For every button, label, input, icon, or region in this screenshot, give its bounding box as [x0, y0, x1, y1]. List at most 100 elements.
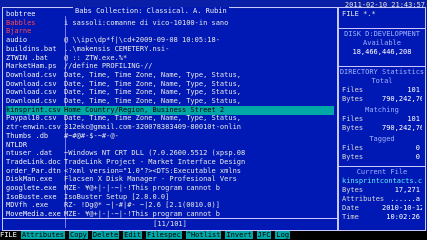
file-description: Date, Time, Time Zone, Name, Type, Statu… [64, 79, 242, 88]
file-name: NTLDR [6, 140, 28, 149]
file-name: Download.csv [6, 70, 57, 79]
command-0[interactable]: FILE [0, 231, 17, 240]
current-bytes: 17,271 [394, 186, 420, 194]
date-value: 2010-10-12 [382, 204, 422, 212]
files-matching: 101 [407, 115, 420, 123]
command-label: Delete [91, 231, 120, 239]
file-row[interactable]: NTLDR [6, 141, 334, 150]
file-row[interactable]: ztr-enwin.csv 312ekc@gmail.com-3200783834… [6, 123, 334, 132]
file-row[interactable]: googlete.exe MZE- ¥@+|-|-~|-!This program… [6, 184, 334, 193]
file-description: Date, Time, Time Zone, Name, Type, Statu… [64, 114, 242, 123]
command-4[interactable]: Edit [123, 231, 143, 240]
file-list-panel: Babs Collection: Classical. A. Rubin bob… [2, 7, 338, 231]
file-name: ZTWIN .bat [6, 53, 49, 62]
file-name: MarketHam.ps [6, 62, 57, 71]
file-row[interactable]: MarketHam.ps //define PROFILING-// [6, 62, 334, 71]
file-description: #~#@#-$-~#-@- [64, 131, 119, 140]
file-row[interactable]: Download.csv Date, Time, Time Zone, Name,… [6, 97, 334, 106]
file-row[interactable]: ZTWIN .bat @ :: ZTW.exe.%* [6, 54, 334, 63]
file-row[interactable]: Download.csv Date, Time, Time Zone, Name,… [6, 80, 334, 89]
command-3[interactable]: Delete [91, 231, 120, 240]
command-label: Log [275, 231, 291, 239]
command-label: Invert [225, 231, 253, 239]
file-name: IsoBuste.exe [6, 192, 57, 201]
time-label: Time [342, 213, 359, 221]
file-description: Home Country/Region, Business Street 2 [64, 105, 225, 114]
command-label: JFC [256, 231, 272, 239]
file-description: <?xml version="1.0"?><DTS:Executable xml… [64, 166, 242, 175]
file-row-selected[interactable]: kinsprint.csv Home Country/Region, Busine… [6, 105, 334, 115]
command-2[interactable]: Copy [69, 231, 88, 240]
file-description: @ \\ipc\dp*f|\cd+2009-09-08 10:05:18- [64, 36, 220, 45]
file-name: Download.csv [6, 88, 57, 97]
command-label: Attributes [20, 231, 66, 239]
command-1[interactable]: Attributes [20, 231, 66, 240]
file-name: Download.csv [6, 97, 57, 105]
bytes-label-3: Bytes [342, 153, 364, 161]
file-description: i sassoli:comanne di vico-10100-in sano [64, 18, 229, 27]
files-label: Files [342, 86, 364, 94]
date-label: Date [342, 204, 359, 212]
current-file-name: kinsprintcontacts.csv [342, 177, 422, 185]
command-9[interactable]: Log [275, 231, 291, 240]
attributes-label: Attributes [342, 195, 385, 203]
command-label: Filespec [146, 231, 182, 239]
bytes-tagged: 0 [415, 153, 420, 161]
command-6[interactable]: ^Hotlist [185, 231, 222, 240]
file-name: Bjarne [6, 27, 32, 36]
file-name: Paypal10.csv [6, 114, 57, 123]
file-description: TradeLink Project - Market Interface Des… [64, 157, 246, 166]
file-description: Date, Time, Time Zone, Name, Type, Statu… [64, 88, 242, 97]
file-name: ztr-enwin.csv [6, 123, 61, 132]
file-row[interactable]: audio @ \\ipc\dp*f|\cd+2009-09-08 10:05:1… [6, 36, 334, 45]
file-name: order_Par.dtn [6, 166, 61, 175]
available-value: 18,466,446,208 [352, 48, 412, 56]
file-description: Date, Time, Time Zone, Name, Type, Statu… [64, 70, 242, 79]
page-indicator: [11/101] [153, 220, 187, 228]
file-description: //define PROFILING-// [64, 62, 153, 71]
bytes-label-4: Bytes [342, 186, 364, 194]
files-label-2: Files [342, 115, 364, 123]
file-name: googlete.exe [6, 184, 57, 192]
file-description: ~Windows NT CRT DLL (7.0.2600.5512 (xpsp… [64, 149, 246, 158]
file-name: kinsprint.csv [6, 105, 61, 114]
file-row[interactable]: order_Par.dtn <?xml version="1.0"?><DTS:E… [6, 167, 334, 176]
file-name: Thumbs .db [6, 131, 49, 140]
bytes-total: 790,242,761 [382, 95, 422, 103]
file-row[interactable]: bobtree [6, 10, 334, 19]
command-8[interactable]: JFC [256, 231, 272, 240]
file-row[interactable]: buildins.bat ..\makensis CEMETERY.nsi- [6, 45, 334, 54]
file-row[interactable]: Thumbs .db #~#@#-$-~#-@- [6, 132, 334, 141]
file-name: Download.csv [6, 79, 57, 88]
current-file-title: Current File [356, 168, 408, 176]
file-name: MDVfh .exe [6, 201, 49, 210]
file-row[interactable]: IsoBuste.exe IsoBuster Setup [2.8.0.0] [6, 193, 334, 202]
disk-title: DISK D:DEVELOPMENT [344, 30, 420, 38]
panel-divider [3, 218, 337, 219]
command-label: Copy [69, 231, 88, 239]
file-row[interactable]: Download.csv Date, Time, Time Zone, Name,… [6, 88, 334, 97]
tagged-label: Tagged [369, 135, 395, 143]
command-key: FILE [0, 231, 17, 239]
command-7[interactable]: Invert [225, 231, 253, 240]
file-name: buildins.bat [6, 44, 57, 53]
file-row[interactable]: ntuser .dat ~Windows NT CRT DLL (7.0.2600… [6, 149, 334, 158]
command-5[interactable]: Filespec [146, 231, 182, 240]
file-spec-header[interactable]: FILE *.* [342, 10, 422, 19]
command-label: Edit [123, 231, 143, 239]
file-row[interactable]: DiskMan.exe Flacsen X Disk Manager - Prof… [6, 175, 334, 184]
dir-stats-title: DIRECTORY Statistics [339, 68, 425, 76]
file-row[interactable]: Babbles i sassoli:comanne di vico-10100-i… [6, 19, 334, 28]
total-label: Total [371, 77, 393, 85]
file-row[interactable]: MDVfh .exe RZ- !Dg@* ~|-#|#- ~|2.6 [2.1(0… [6, 201, 334, 210]
file-name: DiskMan.exe [6, 175, 53, 184]
file-name: TradeLink.doc [6, 157, 61, 166]
files-tagged: 0 [415, 144, 420, 152]
file-row[interactable]: TradeLink.doc TradeLink Project - Market … [6, 158, 334, 167]
file-row[interactable]: Bjarne [6, 27, 334, 36]
file-description: 312ekc@gmail.com-320078383409-80010t-onl… [64, 123, 242, 132]
file-row[interactable]: Paypal10.csv Date, Time, Time Zone, Name,… [6, 114, 334, 123]
file-row[interactable]: Download.csv Date, Time, Time Zone, Name,… [6, 71, 334, 80]
available-label: Available [363, 39, 401, 47]
file-description: Date, Time, Time Zone, Name, Type, Statu… [64, 97, 242, 105]
